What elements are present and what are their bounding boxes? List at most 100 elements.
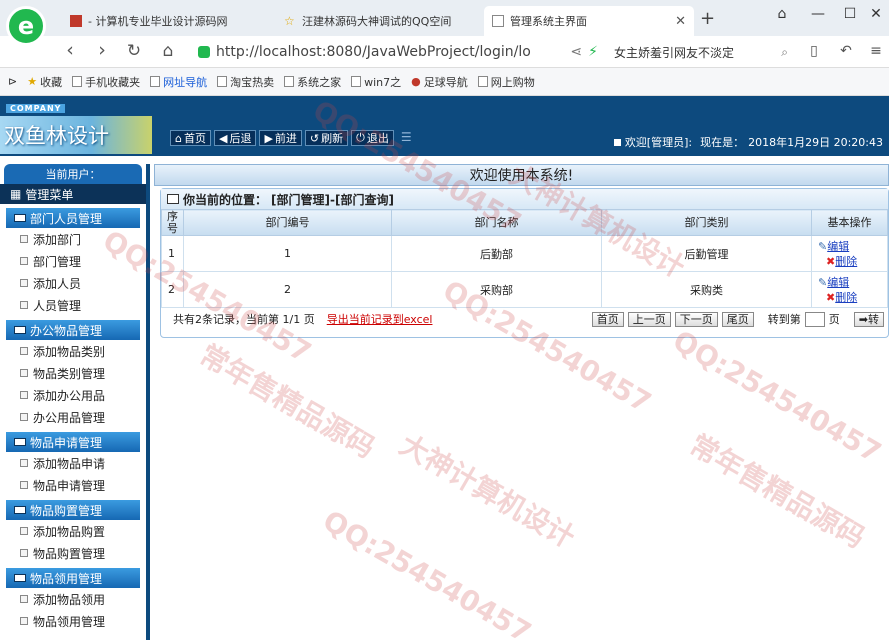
bookmark-item[interactable]: 网上购物 [477, 74, 535, 90]
close-window-icon[interactable]: ✕ [864, 6, 888, 22]
menu-item-add-staff[interactable]: 添加人员 [6, 272, 140, 294]
maximize-icon[interactable]: ☐ [838, 6, 862, 22]
bullet-icon [20, 235, 28, 243]
menu-item-staff-manage[interactable]: 人员管理 [6, 294, 140, 316]
goto-page-input[interactable] [804, 311, 825, 327]
menu-item-add-supply[interactable]: 添加办公用品 [6, 384, 140, 406]
browser-tab-active[interactable]: 管理系统主界面 ✕ [484, 6, 694, 36]
table-row: 1 1 后勤部 后勤管理 ✎编辑 ✖删除 [161, 235, 888, 272]
welcome-banner: 欢迎使用本系统! [154, 164, 889, 186]
datetime: 2018年1月29日 20:20:43 [748, 136, 883, 149]
browser-logo-icon[interactable]: e [6, 6, 46, 46]
current-user-bar: 当前用户： [4, 164, 142, 184]
back-button[interactable]: ◀ 后退 [213, 130, 257, 146]
first-page-button[interactable]: 首页 [591, 311, 624, 327]
bullet-icon [20, 549, 28, 557]
bullet-icon [20, 527, 28, 535]
folder-icon [14, 214, 26, 222]
menu-group-apply[interactable]: 物品申请管理 [6, 432, 140, 452]
export-excel-link[interactable]: 导出当前记录到excel [327, 311, 433, 327]
menu-item-add-purchase[interactable]: 添加物品购置 [6, 520, 140, 542]
share-icon[interactable]: ⋖ [570, 44, 582, 60]
menu-item-apply-manage[interactable]: 物品申请管理 [6, 474, 140, 496]
col-header-code: 部门编号 [183, 209, 392, 236]
bookmark-item[interactable]: 手机收藏夹 [72, 74, 140, 90]
browser-tab-2[interactable]: ☆ 汪建林源码大神调试的QQ空间 [276, 6, 476, 36]
cell-ops: ✎编辑 ✖删除 [811, 235, 888, 272]
lightning-icon[interactable]: ⚡ [588, 44, 598, 60]
undo-icon[interactable]: ↶ [834, 43, 858, 59]
bookmark-item[interactable]: 淘宝热卖 [217, 74, 274, 90]
search-icon[interactable]: ⌕ [781, 45, 788, 60]
bookmark-item[interactable]: ★ 收藏 [27, 74, 62, 90]
menu-group-receive[interactable]: 物品领用管理 [6, 568, 140, 588]
new-tab-button[interactable]: + [700, 8, 715, 29]
delete-link[interactable]: 删除 [835, 291, 857, 304]
last-page-button[interactable]: 尾页 [721, 311, 754, 327]
col-header-ops: 基本操作 [811, 209, 888, 236]
logout-button[interactable]: ⏻ 退出 [351, 130, 394, 146]
refresh-button[interactable]: ↺ 刷新 [304, 130, 349, 146]
menu-group-purchase[interactable]: 物品购置管理 [6, 500, 140, 520]
edit-link[interactable]: 编辑 [827, 240, 849, 253]
bookmark-item[interactable]: win7之 [351, 74, 401, 90]
menu-group-office[interactable]: 办公物品管理 [6, 320, 140, 340]
folder-icon [14, 438, 26, 446]
cell-code: 1 [183, 235, 392, 272]
page-unit: 页 [828, 313, 840, 326]
menu-item-category-manage[interactable]: 物品类别管理 [6, 362, 140, 384]
menu-icon[interactable]: ≡ [864, 43, 888, 59]
menu-item-dept-manage[interactable]: 部门管理 [6, 250, 140, 272]
app-header: COMPANY 双鱼林设计 ⌂ 首页 ◀ 后退 ▶ 前进 ↺ 刷新 ⏻ 退出 ☰ 欢迎[管… [0, 96, 889, 156]
menu-item-add-category[interactable]: 添加物品类别 [6, 340, 140, 362]
menu-item-add-dept[interactable]: 添加部门 [6, 228, 140, 250]
col-header-name: 部门名称 [391, 209, 602, 236]
table-icon [167, 194, 179, 204]
url-text: http://localhost:8080/JavaWebProject/log… [216, 44, 531, 60]
bullet-icon [20, 617, 28, 625]
home-icon[interactable]: ⌂ [156, 41, 180, 61]
minimize-icon[interactable]: — [806, 6, 830, 22]
bookmark-item[interactable]: 网址导航 [150, 74, 207, 90]
refresh-icon: ↺ [309, 131, 320, 145]
bullet-icon [20, 257, 28, 265]
menu-item-add-receive[interactable]: 添加物品领用 [6, 588, 140, 610]
expand-icon[interactable]: ⊳ [8, 75, 17, 88]
bookmark-item[interactable]: 系统之家 [284, 74, 341, 90]
cell-ops: ✎编辑 ✖删除 [811, 271, 888, 308]
prev-page-button[interactable]: 上一页 [627, 311, 671, 327]
menu-item-supply-manage[interactable]: 办公用品管理 [6, 406, 140, 428]
shirt-icon[interactable]: ⌂ [770, 6, 794, 22]
menu-item-receive-manage[interactable]: 物品领用管理 [6, 610, 140, 632]
power-icon: ⏻ [356, 131, 365, 144]
page-icon [492, 15, 504, 27]
browser-tab-1[interactable]: - 计算机专业毕业设计源码网 [62, 6, 268, 36]
delete-link[interactable]: 删除 [835, 255, 857, 268]
mobile-icon[interactable]: ▯ [802, 43, 826, 59]
edit-link[interactable]: 编辑 [827, 276, 849, 289]
bookmark-item[interactable]: ● 足球导航 [411, 74, 468, 90]
go-button[interactable]: ➡ 转 [853, 311, 884, 327]
breadcrumb: 你当前的位置： [部门管理]-[部门查询] [161, 189, 888, 209]
close-tab-icon[interactable]: ✕ [675, 14, 686, 29]
address-bar: ‹ › ↻ ⌂ http://localhost:8080/JavaWebPro… [0, 36, 889, 68]
bullet-icon [20, 369, 28, 377]
forward-button[interactable]: ▶ 前进 [259, 130, 302, 146]
refresh-icon[interactable]: ↻ [122, 41, 146, 61]
url-input[interactable]: http://localhost:8080/JavaWebProject/log… [198, 40, 598, 64]
menu-group-dept[interactable]: 部门人员管理 [6, 208, 140, 228]
bullet-icon [20, 279, 28, 287]
pencil-icon: ✎ [818, 275, 828, 289]
menu-title: ▦ 管理菜单 [0, 184, 146, 204]
forward-icon[interactable]: › [90, 39, 114, 61]
next-page-button[interactable]: 下一页 [674, 311, 718, 327]
menu-item-purchase-manage[interactable]: 物品购置管理 [6, 542, 140, 564]
welcome-text: 欢迎[管理员]: [624, 136, 693, 149]
folder-icon [14, 574, 26, 582]
col-header-type: 部门类别 [601, 209, 812, 236]
back-icon[interactable]: ‹ [58, 39, 82, 61]
menu-item-add-apply[interactable]: 添加物品申请 [6, 452, 140, 474]
home-button[interactable]: ⌂ 首页 [170, 130, 211, 146]
search-input[interactable]: 女主娇羞引网友不淡定 ⌕ [610, 40, 788, 64]
star-icon: ★ [27, 75, 38, 88]
